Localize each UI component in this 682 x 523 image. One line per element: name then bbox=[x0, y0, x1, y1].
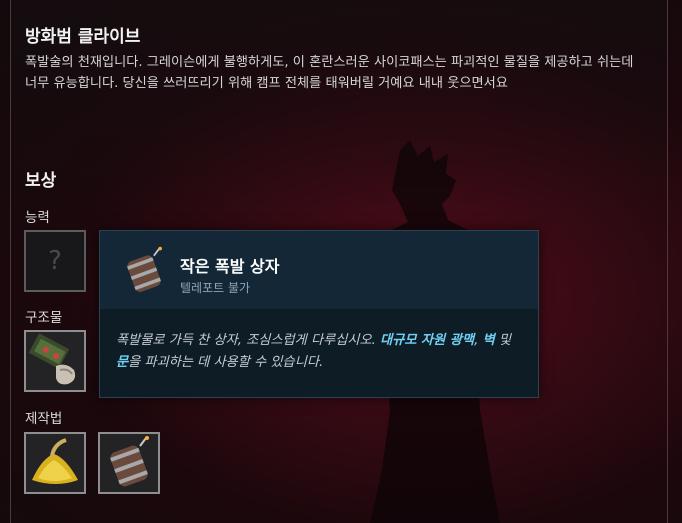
tooltip-text-2: , bbox=[474, 333, 483, 348]
item-tooltip: 작은 폭발 상자 텔레포트 불가 폭발물로 가득 찬 상자, 조심스럽게 다루십… bbox=[99, 230, 539, 398]
tooltip-text-1: 폭발물로 가득 찬 상자, 조심스럽게 다루십시오. bbox=[116, 333, 381, 348]
explosive-barrel-icon bbox=[110, 436, 149, 487]
structure-slot[interactable] bbox=[24, 330, 86, 392]
structure-label: 구조물 bbox=[25, 310, 63, 326]
tooltip-highlight-resource-vein: 대규모 자원 광맥 bbox=[380, 333, 475, 348]
tooltip-highlight-door: 문 bbox=[116, 355, 129, 370]
recipe-slot-1[interactable] bbox=[24, 432, 86, 494]
ability-label: 능력 bbox=[25, 210, 50, 226]
unknown-question-icon: ? bbox=[48, 246, 62, 276]
ability-slot[interactable]: ? bbox=[24, 230, 86, 292]
sulfur-powder-pile-icon bbox=[32, 438, 78, 484]
tooltip-text-3: 및 bbox=[494, 333, 512, 348]
rewards-heading: 보상 bbox=[25, 171, 57, 191]
tooltip-text-4: 을 파괴하는 데 사용할 수 있습니다. bbox=[128, 355, 324, 370]
explosive-barrel-icon bbox=[127, 246, 162, 292]
tooltip-item-name: 작은 폭발 상자 bbox=[180, 257, 280, 276]
tooltip-highlight-wall: 벽 bbox=[482, 333, 495, 348]
tooltip-item-subtitle: 텔레포트 불가 bbox=[180, 281, 251, 295]
quest-description: 폭발술의 천재입니다. 그레이슨에게 불행하게도, 이 혼란스러운 사이코패스는… bbox=[25, 55, 634, 91]
tooltip-description: 폭발물로 가득 찬 상자, 조심스럽게 다루십시오. 대규모 자원 광맥, 벽 … bbox=[116, 330, 526, 374]
quest-title: 방화범 클라이브 bbox=[25, 27, 141, 47]
recipe-label: 제작법 bbox=[25, 411, 63, 427]
recipe-slot-2[interactable] bbox=[98, 432, 160, 494]
explosive-crate-structure-icon bbox=[28, 333, 76, 385]
